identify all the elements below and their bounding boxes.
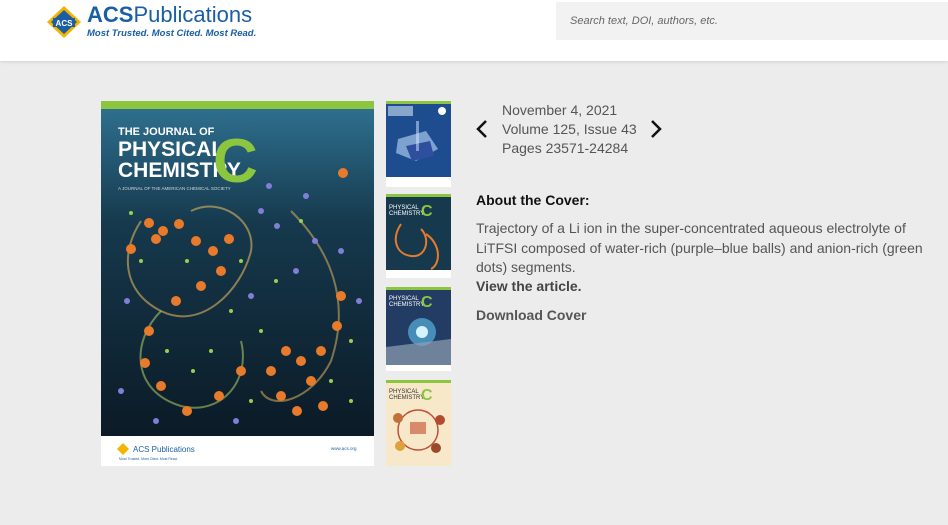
svg-text:CHEMISTRY: CHEMISTRY — [389, 302, 424, 308]
search-input[interactable] — [556, 2, 948, 40]
cover-footer-tagline: Most Trusted. Most Cited. Most Read. — [119, 457, 178, 461]
logo-tagline: Most Trusted. Most Cited. Most Read. — [87, 28, 257, 39]
view-article-link[interactable]: View the article. — [476, 278, 582, 294]
acs-logo[interactable]: ACS ACSPublications Most Trusted. Most C… — [45, 4, 260, 40]
svg-text:CHEMISTRY: CHEMISTRY — [389, 211, 424, 217]
issue-cover-image[interactable]: THE JOURNAL OF PHYSICAL CHEMISTRY C A JO… — [101, 101, 374, 466]
logo-name: ACSPublications — [87, 2, 253, 27]
cover-footer-url: www.acs.org — [331, 446, 357, 451]
download-cover-link[interactable]: Download Cover — [476, 307, 586, 323]
issue-volume: Volume 125, Issue 43 — [502, 121, 637, 137]
about-cover-title: About the Cover: — [476, 192, 590, 208]
cover-thumbnail-1[interactable] — [386, 101, 451, 187]
site-header: ACS ACSPublications Most Trusted. Most C… — [0, 0, 948, 61]
next-issue-arrow-icon[interactable] — [648, 118, 664, 140]
cover-journal-subtitle: A JOURNAL OF THE AMERICAN CHEMICAL SOCIE… — [118, 186, 231, 191]
cover-footer-logo: ACS Publications — [133, 445, 195, 454]
svg-text:CHEMISTRY: CHEMISTRY — [389, 395, 424, 401]
svg-text:C: C — [421, 203, 433, 220]
search-box[interactable] — [556, 2, 948, 40]
svg-text:C: C — [421, 294, 433, 311]
acs-logo-icon: ACS — [47, 6, 81, 38]
previous-issue-arrow-icon[interactable] — [474, 118, 490, 140]
cover-thumbnail-2[interactable]: PHYSICAL CHEMISTRY C — [386, 194, 451, 278]
issue-info: November 4, 2021 Volume 125, Issue 43 Pa… — [502, 101, 637, 158]
issue-date: November 4, 2021 — [502, 102, 618, 118]
cover-thumbnail-3[interactable]: PHYSICAL CHEMISTRY C — [386, 287, 451, 371]
about-cover-text: Trajectory of a Li ion in the super-conc… — [476, 220, 923, 275]
cover-journal-line1: THE JOURNAL OF — [118, 126, 215, 138]
cover-thumbnail-4[interactable]: PHYSICAL CHEMISTRY C — [386, 380, 451, 466]
issue-pages: Pages 23571-24284 — [502, 140, 629, 156]
svg-text:C: C — [421, 387, 433, 404]
svg-text:ACS: ACS — [56, 19, 74, 28]
cover-journal-line2: PHYSICAL — [118, 138, 224, 161]
